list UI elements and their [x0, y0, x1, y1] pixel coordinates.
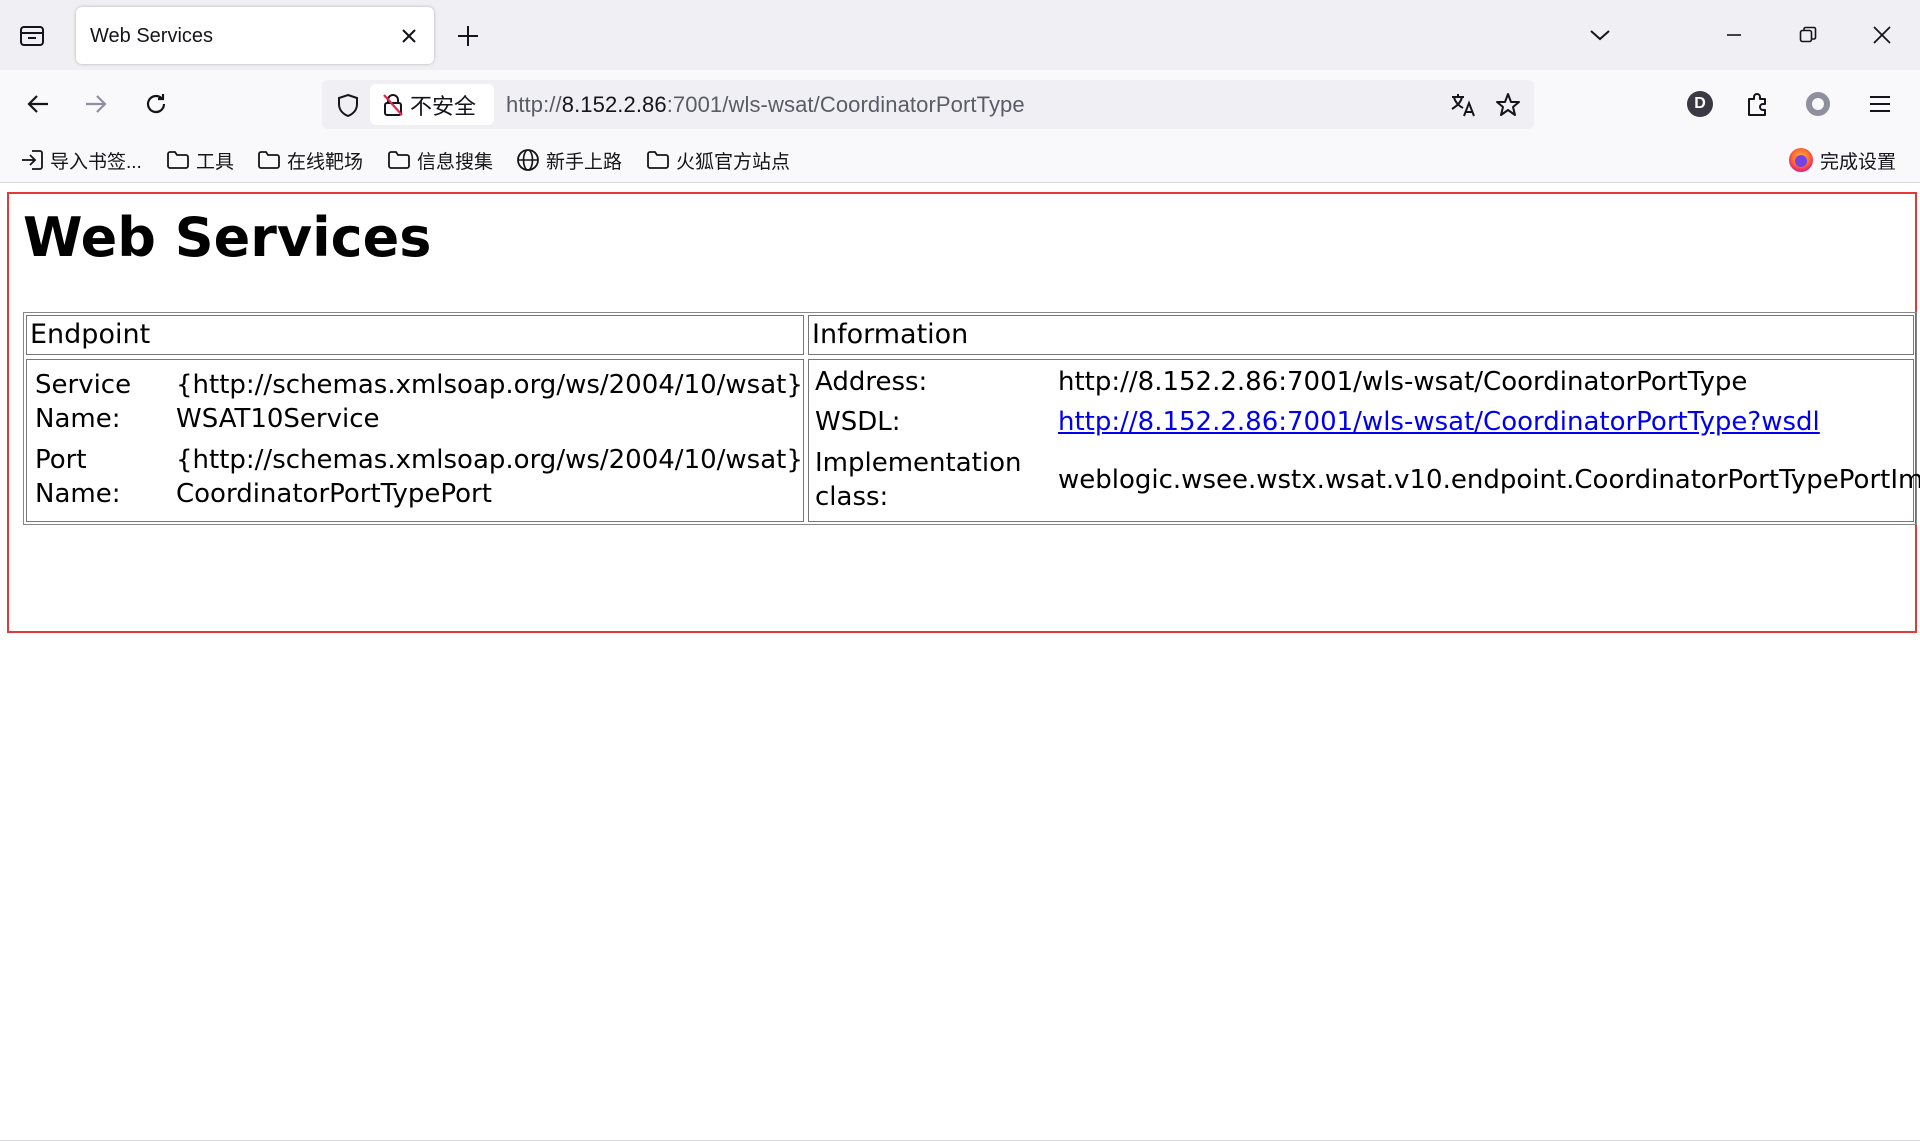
bookmarks-toolbar: 导入书签... 工具 在线靶场 信息搜集 新手上路 火狐官方站点 完成设置 — [0, 138, 1920, 183]
bookmark-label: 工具 — [196, 151, 235, 173]
bookmark-folder-firefox-sites[interactable]: 火狐官方站点 — [646, 146, 790, 174]
translate-icon — [1451, 94, 1475, 117]
tab-list-icon — [20, 26, 44, 46]
translate-button[interactable] — [1446, 87, 1482, 123]
endpoint-header: Endpoint — [30, 319, 151, 350]
close-window-button[interactable] — [1852, 10, 1912, 60]
restore-button[interactable] — [1778, 10, 1838, 60]
circle-indicator-icon — [1806, 92, 1830, 116]
bookmark-label: 在线靶场 — [287, 151, 364, 173]
profile-indicator-button[interactable] — [1798, 84, 1838, 124]
shield-icon — [338, 93, 358, 117]
bookmark-label: 火狐官方站点 — [676, 151, 791, 173]
bookmark-folder-info-gathering[interactable]: 信息搜集 — [387, 146, 493, 174]
chevron-down-icon — [1590, 30, 1610, 41]
account-button[interactable]: D — [1680, 84, 1720, 124]
service-name-label-line2: Name: — [35, 404, 121, 434]
insecure-lock-icon — [383, 93, 403, 116]
finish-setup-label: 完成设置 — [1820, 151, 1897, 173]
bookmark-star-button[interactable] — [1490, 87, 1526, 123]
bookmark-label: 导入书签... — [50, 151, 142, 173]
navigation-toolbar: 不安全 http://8.152.2.86:7001/wls-wsat/Coor… — [0, 70, 1920, 138]
endpoint-header-cell: Endpoint — [26, 315, 804, 355]
globe-icon — [517, 149, 539, 171]
information-header: Information — [812, 319, 969, 350]
reload-button[interactable] — [136, 84, 176, 124]
back-arrow-icon — [27, 95, 48, 113]
finish-setup-button[interactable]: 完成设置 — [1788, 146, 1896, 174]
services-table: Endpoint Information Service Name: {http… — [23, 312, 1920, 525]
service-name-value: WSAT10Service — [176, 404, 380, 434]
site-security-button[interactable]: 不安全 — [370, 84, 494, 125]
address-bar[interactable]: 不安全 http://8.152.2.86:7001/wls-wsat/Coor… — [322, 80, 1534, 129]
new-tab-button[interactable] — [448, 16, 488, 56]
folder-icon — [167, 151, 189, 169]
folder-icon — [647, 151, 669, 169]
star-icon — [1496, 93, 1520, 116]
insecure-label: 不安全 — [410, 93, 477, 119]
bookmark-label: 新手上路 — [546, 151, 623, 173]
bookmark-folder-online-range[interactable]: 在线靶场 — [257, 146, 363, 174]
back-button[interactable] — [18, 84, 58, 124]
page-content: Web Services Endpoint Information Servic… — [0, 183, 1920, 1141]
list-all-tabs-button[interactable] — [1570, 10, 1630, 60]
address-label: Address: — [815, 367, 928, 397]
minimize-icon — [1727, 34, 1741, 36]
tab-web-services[interactable]: Web Services — [76, 7, 434, 64]
page-title: Web Services — [23, 206, 432, 269]
reload-icon — [146, 94, 166, 114]
url-host: 8.152.2.86 — [561, 92, 667, 117]
endpoint-cell: Service Name: {http://schemas.xmlsoap.or… — [26, 359, 804, 522]
information-header-cell: Information — [808, 315, 1914, 355]
port-name-label-line1: Port — [35, 445, 87, 475]
close-icon — [402, 29, 416, 43]
wsdl-label: WSDL: — [815, 407, 901, 437]
close-icon — [1873, 26, 1891, 44]
url-scheme: http:// — [506, 92, 562, 117]
tab-list-button[interactable] — [12, 16, 52, 56]
port-name-label-line2: Name: — [35, 479, 121, 509]
firefox-logo-icon — [1789, 148, 1813, 172]
tab-close-button[interactable] — [394, 21, 424, 51]
bookmark-getting-started[interactable]: 新手上路 — [516, 146, 622, 174]
plus-icon — [458, 26, 478, 46]
port-name-namespace: {http://schemas.xmlsoap.org/ws/2004/10/w… — [176, 445, 803, 475]
restore-icon — [1799, 26, 1817, 43]
bookmark-folder-tools[interactable]: 工具 — [166, 146, 234, 174]
import-icon — [22, 150, 43, 170]
account-initial: D — [1694, 95, 1706, 112]
address-value: http://8.152.2.86:7001/wls-wsat/Coordina… — [1058, 367, 1748, 397]
highlight-box: Web Services Endpoint Information Servic… — [7, 192, 1920, 633]
tracking-protection-button[interactable] — [330, 87, 366, 123]
bookmark-label: 信息搜集 — [417, 151, 494, 173]
forward-button[interactable] — [76, 84, 116, 124]
hamburger-menu-icon — [1870, 96, 1890, 112]
implementation-class-label-line1: Implementation — [815, 448, 1022, 478]
service-name-namespace: {http://schemas.xmlsoap.org/ws/2004/10/w… — [176, 370, 803, 400]
wsdl-link[interactable]: http://8.152.2.86:7001/wls-wsat/Coordina… — [1058, 407, 1820, 437]
information-cell: Address: http://8.152.2.86:7001/wls-wsat… — [808, 359, 1920, 522]
service-name-label-line1: Service — [35, 370, 132, 400]
tab-title: Web Services — [90, 25, 214, 47]
forward-arrow-icon — [86, 95, 107, 113]
implementation-class-value: weblogic.wsee.wstx.wsat.v10.endpoint.Coo… — [1058, 465, 1920, 495]
tab-bar: Web Services — [0, 0, 1920, 70]
folder-icon — [388, 151, 410, 169]
url-path: :7001/wls-wsat/CoordinatorPortType — [666, 92, 1025, 117]
minimize-button[interactable] — [1704, 10, 1764, 60]
wsdl-value: http://8.152.2.86:7001/wls-wsat/Coordina… — [1058, 405, 1820, 439]
bookmark-import[interactable]: 导入书签... — [20, 146, 142, 174]
app-menu-button[interactable] — [1860, 84, 1900, 124]
folder-icon — [258, 151, 280, 169]
url-text[interactable]: http://8.152.2.86:7001/wls-wsat/Coordina… — [506, 92, 1025, 118]
implementation-class-label-line2: class: — [815, 482, 889, 512]
port-name-value: CoordinatorPortTypePort — [176, 479, 492, 509]
puzzle-icon — [1748, 93, 1766, 116]
extensions-button[interactable] — [1738, 84, 1778, 124]
